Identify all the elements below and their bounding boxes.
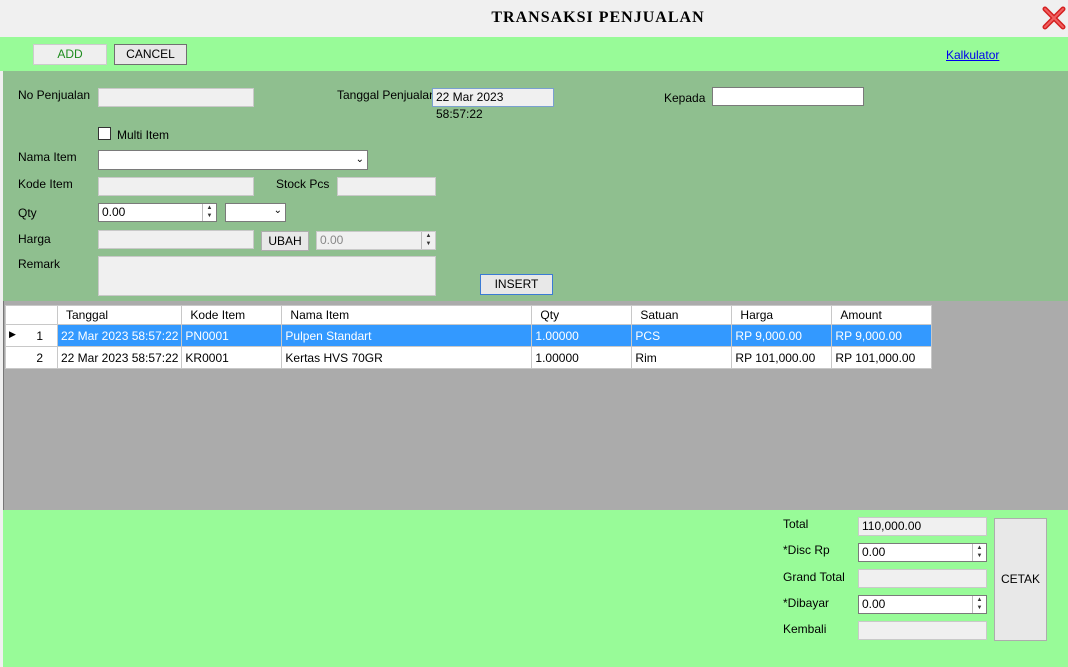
remark-label: Remark — [18, 257, 61, 271]
harga-field[interactable] — [98, 230, 254, 249]
stock-label: Stock Pcs — [276, 177, 330, 191]
spin-icon[interactable]: ▲ ▼ — [972, 544, 986, 561]
tanggal-label: Tanggal Penjualan — [337, 88, 436, 102]
kode-item-field[interactable] — [98, 177, 254, 196]
grand-total-field[interactable] — [858, 569, 987, 588]
col-header[interactable]: Harga — [731, 305, 833, 325]
ubah-stepper[interactable]: 0.00 ▲ ▼ — [316, 231, 436, 250]
kalkulator-link[interactable]: Kalkulator — [946, 48, 999, 62]
dibayar-stepper[interactable]: 0.00 ▲ ▼ — [858, 595, 987, 614]
row-number-text: 1 — [36, 328, 43, 343]
satuan-select[interactable]: ⌄ — [225, 203, 286, 222]
row-header-corner — [5, 305, 58, 325]
disc-stepper[interactable]: 0.00 ▲ ▼ — [858, 543, 987, 562]
col-header[interactable]: Kode Item — [181, 305, 283, 325]
total-label: Total — [783, 517, 809, 531]
table-cell[interactable]: 1.00000 — [531, 346, 633, 369]
col-header[interactable]: Satuan — [631, 305, 733, 325]
cancel-button[interactable]: CANCEL — [114, 44, 187, 65]
remark-field[interactable] — [98, 256, 436, 296]
nama-item-label: Nama Item — [18, 150, 77, 164]
window-title: TRANSAKSI PENJUALAN — [491, 9, 705, 26]
col-header[interactable]: Qty — [531, 305, 633, 325]
dibayar-label: *Dibayar — [783, 596, 830, 610]
items-table: Tanggal Kode Item Nama Item Qty Satuan H… — [5, 305, 933, 369]
stock-field[interactable] — [337, 177, 436, 196]
table-cell[interactable]: Kertas HVS 70GR — [281, 346, 533, 369]
qty-label: Qty — [18, 206, 37, 220]
table-cell[interactable]: 22 Mar 2023 58:57:22 — [56, 346, 183, 369]
close-icon[interactable] — [1041, 5, 1067, 31]
grand-total-label: Grand Total — [783, 570, 845, 584]
table-cell[interactable]: RP 9,000.00 — [831, 324, 933, 347]
chevron-down-icon: ⌄ — [355, 154, 364, 165]
disc-value: 0.00 — [862, 545, 886, 559]
disc-label: *Disc Rp — [783, 543, 830, 557]
no-penjualan-label: No Penjualan — [18, 88, 91, 102]
multi-item-label: Multi Item — [117, 128, 170, 142]
add-button[interactable]: ADD — [33, 44, 107, 65]
total-field[interactable]: 110,000.00 — [858, 517, 987, 536]
harga-label: Harga — [18, 232, 51, 246]
table-cell[interactable]: 22 Mar 2023 58:57:22 — [56, 324, 183, 347]
kode-item-label: Kode Item — [18, 177, 73, 191]
multi-item-checkbox[interactable] — [98, 127, 111, 140]
insert-button[interactable]: INSERT — [480, 274, 553, 295]
row-number[interactable]: 2 — [5, 346, 58, 369]
qty-stepper[interactable]: 0.00 ▲ ▼ — [98, 203, 217, 222]
table-cell[interactable]: PN0001 — [181, 324, 283, 347]
table-row[interactable]: 2 22 Mar 2023 58:57:22 KR0001 Kertas HVS… — [5, 346, 933, 369]
nama-item-select[interactable]: ⌄ — [98, 150, 368, 170]
no-penjualan-field[interactable] — [98, 88, 254, 107]
ubah-button[interactable]: UBAH — [261, 231, 309, 251]
table-row[interactable]: ▶ 1 22 Mar 2023 58:57:22 PN0001 Pulpen St… — [5, 324, 933, 347]
table-cell[interactable]: PCS — [631, 324, 733, 347]
table-cell[interactable]: Rim — [631, 346, 733, 369]
col-header[interactable]: Amount — [831, 305, 933, 325]
spin-icon[interactable]: ▲ ▼ — [202, 204, 216, 221]
kembali-field[interactable] — [858, 621, 987, 640]
row-pointer-icon: ▶ — [9, 328, 16, 339]
table-cell[interactable]: KR0001 — [181, 346, 283, 369]
table-cell[interactable]: RP 101,000.00 — [831, 346, 933, 369]
kepada-field[interactable] — [712, 87, 864, 106]
qty-value: 0.00 — [102, 205, 126, 219]
table-cell[interactable]: RP 9,000.00 — [731, 324, 833, 347]
col-header[interactable]: Tanggal — [56, 305, 183, 325]
ubah-value: 0.00 — [320, 233, 344, 247]
kembali-label: Kembali — [783, 622, 827, 636]
col-header[interactable]: Nama Item — [281, 305, 533, 325]
table-cell[interactable]: Pulpen Standart — [281, 324, 533, 347]
kepada-label: Kepada — [664, 91, 706, 105]
chevron-down-icon: ⌄ — [273, 205, 282, 216]
row-number[interactable]: ▶ 1 — [5, 324, 58, 347]
dibayar-value: 0.00 — [862, 597, 886, 611]
spin-icon[interactable]: ▲ ▼ — [421, 232, 435, 249]
tanggal-field[interactable]: 22 Mar 2023 58:57:22 — [432, 88, 554, 121]
table-cell[interactable]: RP 101,000.00 — [731, 346, 833, 369]
cetak-button[interactable]: CETAK — [994, 518, 1047, 641]
spin-icon[interactable]: ▲ ▼ — [972, 596, 986, 613]
table-cell[interactable]: 1.00000 — [531, 324, 633, 347]
